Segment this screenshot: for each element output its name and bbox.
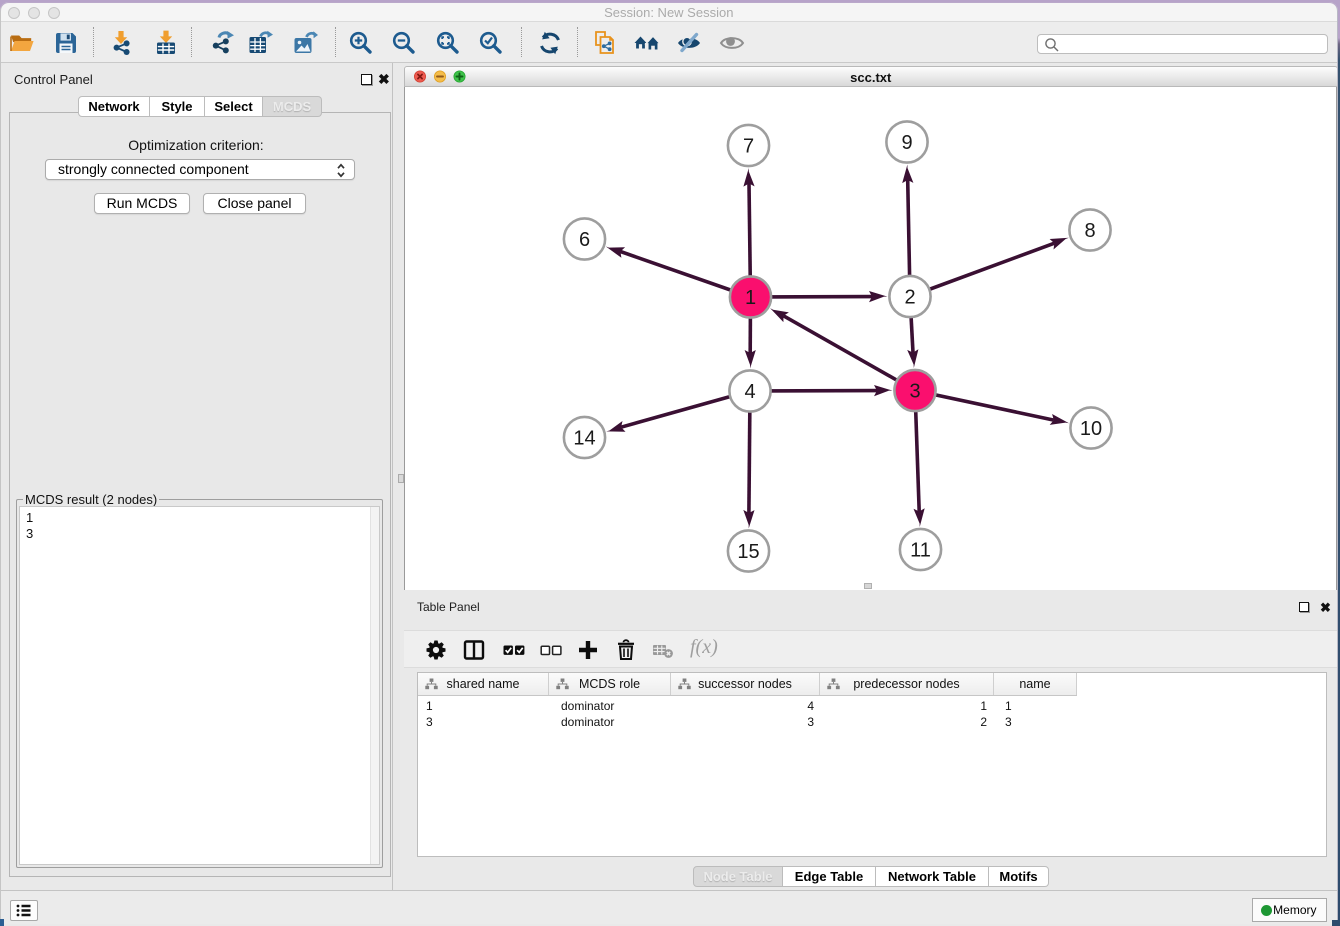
- svg-text:4: 4: [744, 381, 755, 403]
- svg-text:14: 14: [573, 428, 595, 450]
- svg-text:2: 2: [904, 287, 915, 309]
- svg-text:8: 8: [1084, 220, 1095, 242]
- svg-text:15: 15: [737, 541, 759, 563]
- svg-text:3: 3: [909, 381, 920, 403]
- svg-text:10: 10: [1080, 418, 1102, 440]
- svg-text:7: 7: [743, 136, 754, 158]
- svg-text:11: 11: [910, 540, 931, 562]
- svg-text:6: 6: [579, 229, 590, 251]
- svg-text:9: 9: [901, 132, 912, 154]
- svg-text:1: 1: [745, 287, 756, 309]
